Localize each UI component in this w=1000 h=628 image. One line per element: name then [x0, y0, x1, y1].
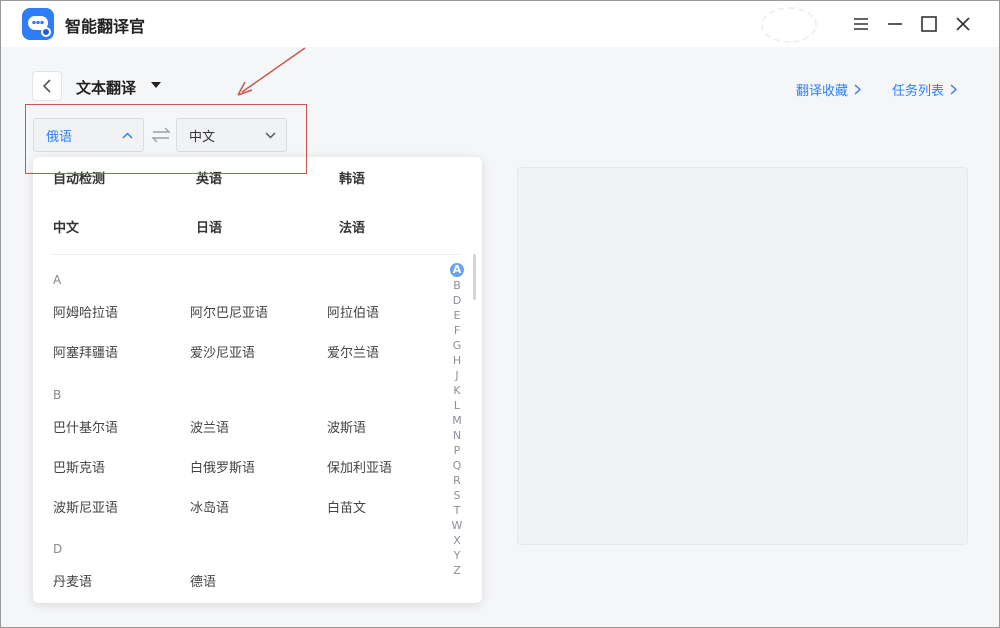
- alphabet-index-letter[interactable]: B: [450, 278, 464, 293]
- alphabet-index-letter[interactable]: P: [450, 443, 464, 458]
- common-language-item[interactable]: 法语: [339, 217, 365, 236]
- alphabet-index-letter[interactable]: Q: [450, 458, 464, 473]
- language-item[interactable]: 冰岛语: [190, 497, 229, 516]
- alphabet-index-letter[interactable]: R: [450, 473, 464, 488]
- app-logo-icon: [22, 8, 54, 40]
- language-item[interactable]: 阿尔巴尼亚语: [190, 302, 268, 321]
- alphabet-index-letter[interactable]: D: [450, 293, 464, 308]
- language-item[interactable]: 保加利亚语: [327, 457, 392, 476]
- alphabet-index-letter[interactable]: S: [450, 488, 464, 503]
- alphabet-index-letter[interactable]: J: [450, 368, 464, 383]
- alphabet-index-letter[interactable]: G: [450, 338, 464, 353]
- language-dropdown: 自动检测 英语 韩语 中文 日语 法语 A 阿姆哈拉语 阿尔巴尼亚语 阿拉伯语 …: [33, 157, 482, 603]
- translation-output-panel[interactable]: [517, 167, 968, 545]
- alphabet-index-letter[interactable]: A: [450, 263, 464, 277]
- mode-title[interactable]: 文本翻译: [76, 77, 136, 98]
- favorites-link[interactable]: 翻译收藏: [796, 80, 862, 99]
- language-item[interactable]: 阿拉伯语: [327, 302, 379, 321]
- alphabet-index-letter[interactable]: Y: [450, 548, 464, 563]
- caret-down-icon[interactable]: [151, 82, 161, 88]
- close-icon[interactable]: [948, 9, 978, 39]
- tasks-link[interactable]: 任务列表: [892, 80, 958, 99]
- language-item[interactable]: 波斯尼亚语: [53, 497, 118, 516]
- language-item[interactable]: 波斯语: [327, 417, 366, 436]
- favorites-link-label: 翻译收藏: [796, 84, 849, 99]
- common-language-item[interactable]: 韩语: [339, 168, 365, 187]
- language-item[interactable]: 巴什基尔语: [53, 417, 118, 436]
- language-item[interactable]: 爱尔兰语: [327, 342, 379, 361]
- alphabet-index-letter[interactable]: Z: [450, 563, 464, 578]
- language-item[interactable]: 阿塞拜疆语: [53, 342, 118, 361]
- language-item[interactable]: 白苗文: [327, 497, 366, 516]
- alphabet-index-letter[interactable]: L: [450, 398, 464, 413]
- alphabet-index-letter[interactable]: T: [450, 503, 464, 518]
- language-item[interactable]: 德语: [190, 571, 216, 590]
- group-letter-heading: A: [53, 273, 62, 287]
- maximize-icon[interactable]: [914, 9, 944, 39]
- common-language-item[interactable]: 日语: [196, 217, 222, 236]
- chevron-left-icon: [42, 79, 51, 93]
- app-title: 智能翻译官: [65, 17, 146, 36]
- alphabet-index-letter[interactable]: M: [450, 413, 464, 428]
- scrollbar-thumb[interactable]: [473, 254, 476, 300]
- minimize-icon[interactable]: [880, 9, 910, 39]
- alphabet-index-letter[interactable]: F: [450, 323, 464, 338]
- alphabet-index-letter[interactable]: K: [450, 383, 464, 398]
- annotation-highlight-box: [25, 104, 307, 174]
- alphabet-index-letter[interactable]: E: [450, 308, 464, 323]
- language-item[interactable]: 阿姆哈拉语: [53, 302, 118, 321]
- chevron-right-icon: [950, 84, 958, 95]
- alphabet-index-letter[interactable]: N: [450, 428, 464, 443]
- title-bar: 智能翻译官: [1, 1, 999, 47]
- group-letter-heading: D: [53, 542, 63, 556]
- language-item[interactable]: 白俄罗斯语: [190, 457, 255, 476]
- back-button[interactable]: [32, 71, 62, 101]
- language-item[interactable]: 爱沙尼亚语: [190, 342, 255, 361]
- alphabet-index-letter[interactable]: W: [450, 518, 464, 533]
- chevron-right-icon: [854, 84, 862, 95]
- alphabet-index-letter[interactable]: H: [450, 353, 464, 368]
- alphabet-index-letter[interactable]: X: [450, 533, 464, 548]
- menu-icon[interactable]: [846, 9, 876, 39]
- divider: [51, 254, 461, 255]
- tasks-link-label: 任务列表: [892, 84, 945, 99]
- language-item[interactable]: 波兰语: [190, 417, 229, 436]
- decoration: [761, 7, 817, 43]
- common-language-item[interactable]: 中文: [53, 217, 79, 236]
- language-item[interactable]: 巴斯克语: [53, 457, 105, 476]
- group-letter-heading: B: [53, 388, 62, 402]
- language-item[interactable]: 丹麦语: [53, 571, 92, 590]
